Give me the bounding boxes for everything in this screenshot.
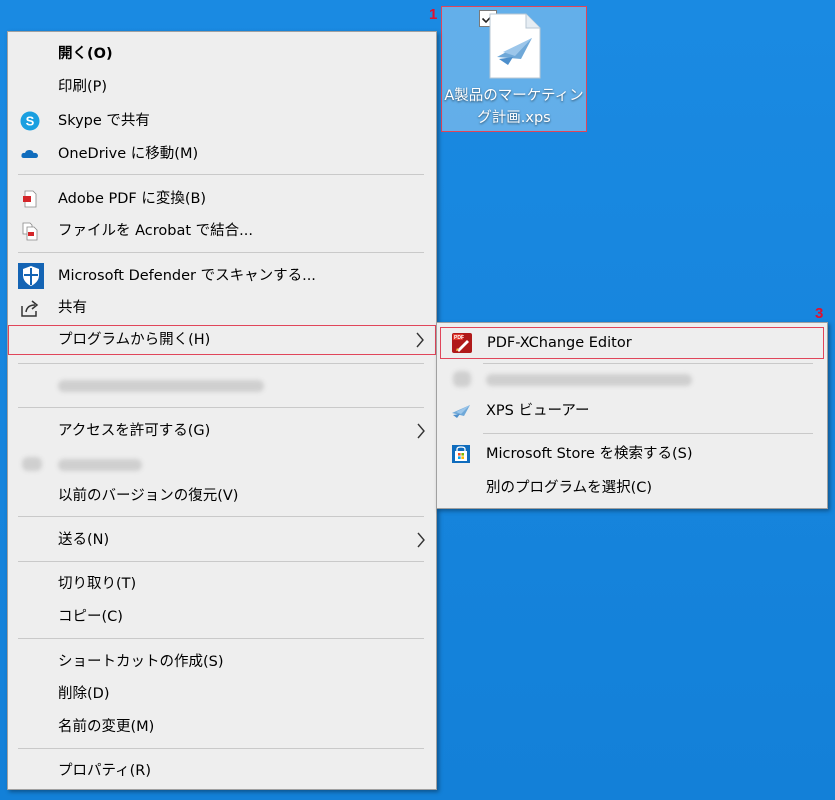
defender-shield-icon [18, 263, 44, 289]
pdf-xchange-icon: PDF [452, 333, 472, 353]
chevron-right-icon [416, 332, 424, 348]
menu-item-give-access[interactable]: アクセスを許可する(G) [8, 416, 436, 446]
marker-3: 3 [815, 305, 824, 322]
menu-item-label: ファイルを Acrobat で結合... [58, 223, 253, 239]
submenu-item-label: PDF-XChange Editor [487, 335, 632, 351]
submenu-item-label: 別のプログラムを選択(C) [486, 480, 653, 496]
menu-separator [18, 363, 424, 364]
menu-item-send-to[interactable]: 送る(N) [8, 525, 436, 555]
context-menu: 開く(O) 印刷(P) S Skype で共有 OneDrive に移動(M) … [7, 31, 437, 790]
submenu-item-label: Microsoft Store を検索する(S) [486, 446, 693, 462]
menu-item-cut[interactable]: 切り取り(T) [8, 569, 436, 599]
menu-separator [18, 748, 424, 749]
submenu-item-label: XPS ビューアー [486, 403, 590, 419]
svg-text:S: S [26, 114, 35, 129]
open-with-submenu: PDF PDF-XChange Editor XPS ビューアー Microso… [436, 322, 828, 509]
menu-separator [18, 252, 424, 253]
menu-item-copy[interactable]: コピー(C) [8, 602, 436, 632]
skype-icon: S [20, 111, 40, 131]
menu-item-open[interactable]: 開く(O) [8, 39, 436, 69]
chevron-right-icon [417, 423, 425, 439]
menu-item-label: 共有 [58, 300, 87, 316]
blurred-icon [453, 371, 471, 387]
menu-item-share[interactable]: 共有 [8, 293, 436, 323]
submenu-separator [483, 363, 813, 364]
menu-item-print[interactable]: 印刷(P) [8, 72, 436, 102]
xps-viewer-icon [452, 405, 470, 418]
menu-item-acrobat-combine[interactable]: ファイルを Acrobat で結合... [8, 216, 436, 246]
menu-item-label: 切り取り(T) [58, 576, 137, 592]
menu-separator [18, 407, 424, 408]
menu-item-open-with[interactable]: プログラムから開く(H) [8, 325, 436, 355]
onedrive-cloud-icon [21, 149, 38, 158]
menu-item-label: Skype で共有 [58, 113, 150, 129]
submenu-item-pdf-xchange[interactable]: PDF PDF-XChange Editor [440, 327, 824, 359]
menu-item-onedrive[interactable]: OneDrive に移動(M) [8, 139, 436, 169]
menu-item-label: 印刷(P) [58, 79, 108, 95]
share-icon [21, 300, 39, 317]
menu-item-rename[interactable]: 名前の変更(M) [8, 712, 436, 742]
menu-item-create-shortcut[interactable]: ショートカットの作成(S) [8, 647, 436, 677]
menu-item-label: アクセスを許可する(G) [58, 423, 211, 439]
menu-item-defender-scan[interactable]: Microsoft Defender でスキャンする... [8, 261, 436, 291]
blurred-submenu-item [486, 374, 692, 386]
desktop-file-icon[interactable]: A製品のマーケティング計画.xps [441, 6, 587, 132]
chevron-right-icon [417, 532, 425, 548]
menu-item-label: Adobe PDF に変換(B) [58, 191, 207, 207]
menu-item-restore-previous[interactable]: 以前のバージョンの復元(V) [8, 481, 436, 511]
menu-separator [18, 561, 424, 562]
microsoft-store-icon [452, 445, 470, 463]
blurred-menu-item [58, 380, 264, 392]
menu-item-label: 送る(N) [58, 532, 110, 548]
blurred-menu-item [58, 459, 142, 471]
menu-item-label: 名前の変更(M) [58, 719, 155, 735]
menu-item-label: 以前のバージョンの復元(V) [58, 488, 239, 504]
file-name: A製品のマーケティング計画.xps [444, 88, 584, 126]
menu-separator [18, 174, 424, 175]
menu-item-label: Microsoft Defender でスキャンする... [58, 268, 316, 284]
submenu-separator [483, 433, 813, 434]
menu-item-label: ショートカットの作成(S) [58, 654, 224, 670]
menu-item-label: 開く(O) [58, 46, 113, 62]
menu-item-convert-pdf[interactable]: Adobe PDF に変換(B) [8, 184, 436, 214]
acrobat-combine-icon [22, 222, 38, 241]
xps-document-icon [489, 13, 541, 79]
submenu-item-xps-viewer[interactable]: XPS ビューアー [440, 395, 824, 427]
svg-text:PDF: PDF [454, 335, 464, 341]
submenu-item-choose-another-app[interactable]: 別のプログラムを選択(C) [440, 472, 824, 504]
menu-item-label: コピー(C) [58, 609, 123, 625]
menu-item-label: プログラムから開く(H) [58, 332, 211, 348]
menu-item-delete[interactable]: 削除(D) [8, 679, 436, 709]
submenu-item-microsoft-store[interactable]: Microsoft Store を検索する(S) [440, 438, 824, 470]
blurred-icon [22, 457, 42, 471]
menu-item-skype-share[interactable]: S Skype で共有 [8, 106, 436, 136]
adobe-pdf-icon [23, 190, 37, 208]
menu-item-properties[interactable]: プロパティ(R) [8, 756, 436, 786]
menu-item-label: OneDrive に移動(M) [58, 146, 199, 162]
menu-separator [18, 638, 424, 639]
menu-separator [18, 516, 424, 517]
marker-1: 1 [429, 6, 438, 23]
menu-item-label: プロパティ(R) [58, 763, 152, 779]
menu-item-label: 削除(D) [58, 686, 110, 702]
